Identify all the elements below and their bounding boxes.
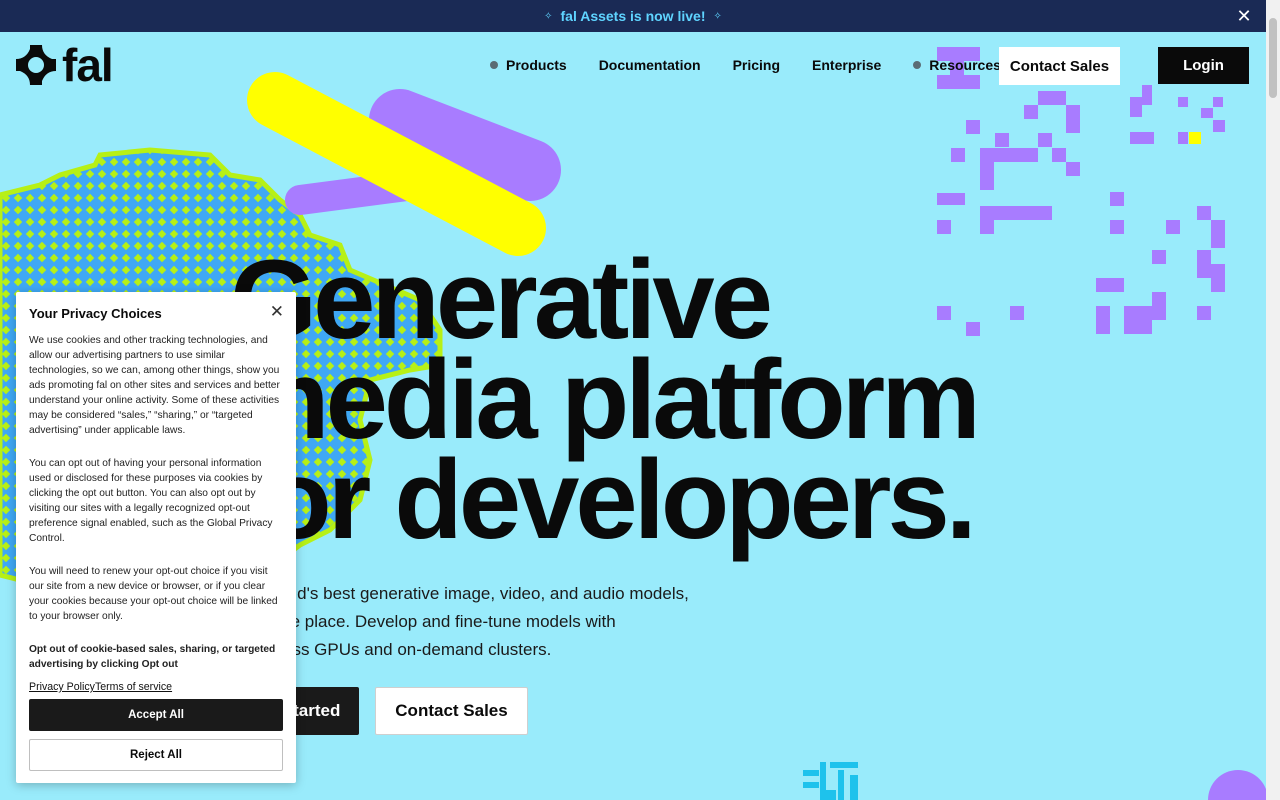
fal-logo[interactable]: fal [16,39,114,91]
nav-item-documentation[interactable]: Documentation [599,57,701,73]
yellow-pixel-shape [1189,132,1201,144]
hero-subtitle-line: serverless GPUs and on-demand clusters. [232,640,552,659]
hero-title-line: media platform [230,337,981,462]
logo-wordmark: fal [62,39,114,91]
nav-item-enterprise[interactable]: Enterprise [812,57,881,73]
privacy-policy-link[interactable]: Privacy Policy [29,681,95,693]
hero-title-line: Generative [230,237,773,362]
sparkle-icon: ✧ [544,10,553,22]
close-icon[interactable]: ✕ [270,302,284,322]
privacy-paragraph: We use cookies and other tracking techno… [29,335,280,436]
hero-subtitle-line: The world's best generative image, video… [232,584,689,603]
hero-title-line: for developers. [230,437,977,562]
nav-item-resources[interactable]: Resources [913,57,1001,73]
announcement-bar[interactable]: ✧ fal Assets is now live! ✧ ✕ [0,0,1266,32]
dropdown-dot-icon [913,61,922,69]
privacy-dialog-title: Your Privacy Choices [29,306,162,321]
nav-item-products[interactable]: Products [490,57,567,73]
nav-label: Documentation [598,57,701,73]
nav-label: Products [506,57,567,73]
contact-sales-button[interactable]: Contact Sales [999,47,1120,85]
hero-title: Generative media platform for developers… [230,237,1050,562]
privacy-links: Privacy PolicyTerms of service [29,681,283,693]
nav-label: Pricing [732,57,781,73]
nav-label: Resources [929,57,1001,73]
page-scrollbar[interactable] [1266,0,1280,800]
blue-pixel-block-shape [803,762,858,800]
purple-pill-shape [285,89,561,215]
dropdown-dot-icon [490,61,498,69]
hero-subtitle: The world's best generative image, video… [232,580,752,664]
scrollbar-thumb[interactable] [1269,18,1277,98]
sparkle-icon: ✧ [713,10,722,22]
hero-subtitle-line: all in one place. Develop and fine-tune … [232,612,616,631]
hero-contact-sales-button[interactable]: Contact Sales [375,687,528,735]
nav-item-pricing[interactable]: Pricing [733,57,780,73]
purple-circle-shape [1208,770,1266,800]
privacy-paragraph: You can opt out of having your personal … [29,458,273,544]
yellow-bar-shape [247,72,546,256]
fal-logo-icon [16,45,56,85]
nav-label: Enterprise [812,57,882,73]
privacy-choices-dialog: Your Privacy Choices ✕ We use cookies an… [16,292,296,783]
privacy-paragraph: You will need to renew your opt-out choi… [29,566,278,622]
privacy-opt-out-text: Opt out of cookie-based sales, sharing, … [29,644,276,670]
accept-all-button[interactable]: Accept All [29,699,283,731]
close-icon[interactable]: ✕ [1234,6,1254,26]
terms-of-service-link[interactable]: Terms of service [95,681,172,693]
announcement-text[interactable]: fal Assets is now live! [561,8,706,24]
reject-all-button[interactable]: Reject All [29,739,283,771]
login-button[interactable]: Login [1158,47,1249,84]
main-nav: Products Documentation Pricing Enterpris… [490,57,1033,73]
